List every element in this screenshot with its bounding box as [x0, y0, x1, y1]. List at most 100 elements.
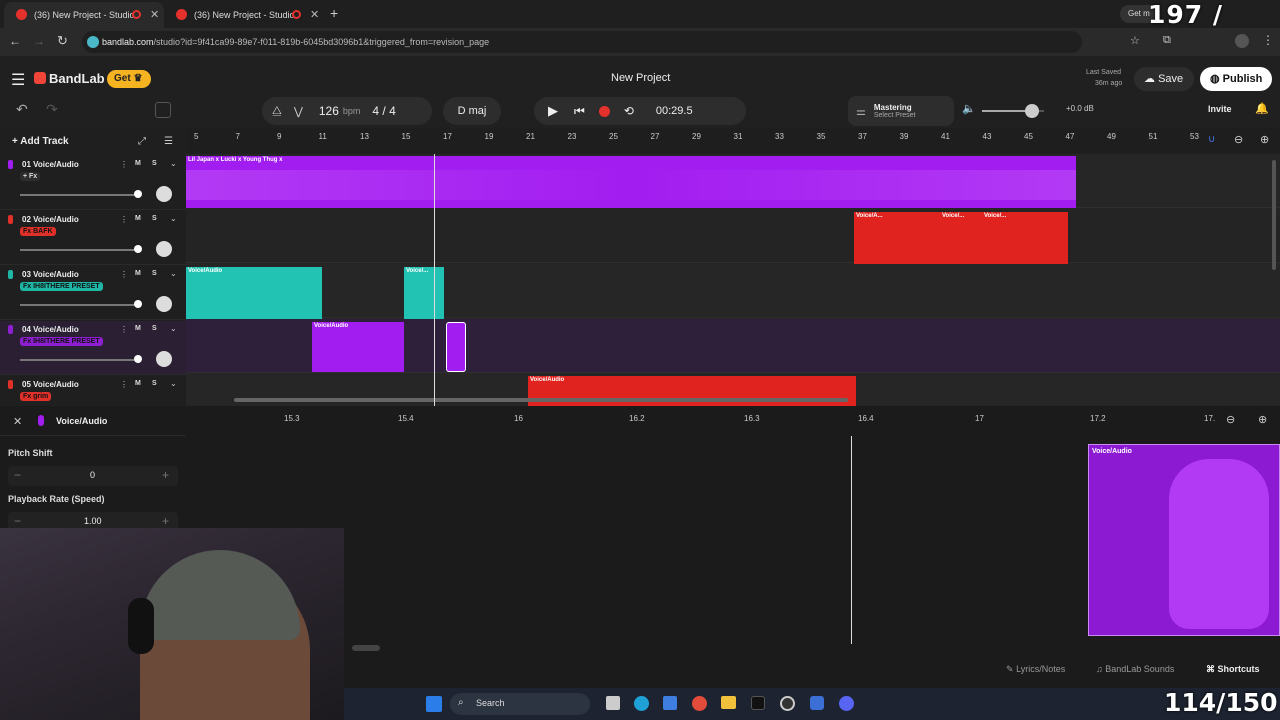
track-settings-icon[interactable]: ☰	[164, 136, 173, 147]
save-button[interactable]: ☁ Save	[1134, 67, 1194, 91]
bandlab-sounds-button[interactable]: ♫ BandLab Sounds	[1096, 664, 1174, 674]
fx-chip[interactable]: Fx IH8ITHERE PRESET	[20, 282, 103, 291]
discord-icon[interactable]	[839, 696, 854, 711]
editor-zoom-in-icon[interactable]: ⊕	[1258, 413, 1267, 426]
track-header[interactable]: 02 Voice/Audio ⋮ M S ⌄ Fx BAFK	[0, 211, 186, 265]
track-menu-icon[interactable]: ⋮	[120, 270, 128, 279]
chevron-down-icon[interactable]: ⌄	[170, 324, 177, 333]
mute-button[interactable]: M	[135, 215, 141, 222]
track-header[interactable]: 04 Voice/Audio ⋮ M S ⌄ Fx IH8ITHERE PRESET	[0, 321, 186, 375]
track-volume-knob[interactable]	[134, 190, 142, 198]
time-signature[interactable]: 4 / 4	[372, 104, 395, 118]
browser-menu-icon[interactable]: ⋮	[1262, 33, 1274, 47]
windows-start-icon[interactable]	[426, 696, 442, 712]
invite-button[interactable]: Invite	[1208, 104, 1232, 114]
track-menu-icon[interactable]: ⋮	[120, 380, 128, 389]
audio-clip[interactable]: Voice/Audio	[186, 267, 322, 319]
audio-clip[interactable]: Voice/...	[404, 267, 444, 319]
new-tab-icon[interactable]: +	[330, 5, 338, 21]
minus-icon[interactable]: −	[14, 514, 21, 528]
lane-3[interactable]	[186, 264, 1280, 318]
chevron-down-icon[interactable]: ⌄	[170, 159, 177, 168]
skip-back-icon[interactable]: ⏮	[574, 104, 585, 119]
task-view-icon[interactable]	[606, 696, 620, 710]
play-icon[interactable]: ▶	[548, 103, 558, 119]
audio-clip[interactable]: Voice/Audio	[312, 322, 404, 372]
mute-button[interactable]: M	[135, 380, 141, 387]
track-name[interactable]: 05 Voice/Audio	[22, 380, 79, 389]
project-title[interactable]: New Project	[611, 72, 670, 84]
track-menu-icon[interactable]: ⋮	[120, 215, 128, 224]
editor-zoom-out-icon[interactable]: ⊖	[1226, 413, 1235, 426]
record-icon[interactable]	[598, 105, 610, 117]
pan-knob[interactable]	[156, 241, 172, 257]
speaker-icon[interactable]: 🔈	[962, 102, 976, 115]
track-volume-slider[interactable]	[20, 359, 140, 361]
store-icon[interactable]	[663, 696, 677, 710]
editor-ruler[interactable]: 15.3 15.4 16 16.2 16.3 16.4 17 17.2 17. ⊖ ⊕	[186, 406, 1280, 436]
track-volume-slider[interactable]	[20, 304, 140, 306]
app-icon[interactable]	[810, 696, 824, 710]
track-volume-knob[interactable]	[134, 245, 142, 253]
loop-icon[interactable]: ⟲	[624, 104, 634, 118]
fx-chip[interactable]: Fx grim	[20, 392, 52, 401]
track-name[interactable]: 04 Voice/Audio	[22, 325, 79, 334]
editor-playhead[interactable]	[851, 436, 852, 644]
bookmark-star-icon[interactable]: ☆	[1130, 34, 1140, 47]
master-volume-slider[interactable]	[982, 104, 1044, 118]
mute-button[interactable]: M	[135, 270, 141, 277]
bandlab-logo-text[interactable]: BandLab	[49, 71, 105, 86]
shortcuts-button[interactable]: ⌘ Shortcuts	[1206, 664, 1260, 675]
zoom-in-icon[interactable]: ⊕	[1260, 133, 1269, 146]
redo-icon[interactable]: ↷	[46, 101, 58, 118]
bell-icon[interactable]: 🔔	[1255, 102, 1269, 115]
mute-button[interactable]: M	[135, 325, 141, 332]
editor-scrollbar[interactable]	[352, 645, 380, 651]
obs-icon[interactable]	[780, 696, 795, 711]
master-volume-knob[interactable]	[1024, 104, 1039, 118]
track-menu-icon[interactable]: ⋮	[120, 325, 128, 334]
back-icon[interactable]: ←	[9, 34, 21, 48]
browser-tab-1[interactable]: (36) New Project - Studio ✕	[4, 2, 164, 28]
pitch-shift-stepper[interactable]: − 0 +	[8, 466, 178, 486]
selected-audio-clip[interactable]	[446, 322, 466, 372]
chevron-down-icon[interactable]: ⌄	[170, 214, 177, 223]
forward-icon[interactable]: →	[33, 34, 45, 48]
taskbar-search[interactable]: ⌕ Search	[450, 693, 590, 715]
tuner-icon[interactable]: ⋁	[294, 105, 303, 118]
menu-icon[interactable]: ☰	[11, 70, 25, 90]
solo-button[interactable]: S	[152, 325, 157, 332]
fx-chip[interactable]: + Fx	[20, 172, 41, 181]
track-volume-knob[interactable]	[134, 300, 142, 308]
automation-icon[interactable]: ⤢	[138, 136, 146, 147]
tiktok-icon[interactable]	[751, 696, 765, 710]
editor-clip[interactable]: Voice/Audio	[1088, 444, 1280, 636]
close-tab-icon[interactable]: ✕	[150, 8, 159, 21]
solo-button[interactable]: S	[152, 160, 157, 167]
file-explorer-icon[interactable]	[721, 696, 736, 709]
key-selector[interactable]: D maj	[443, 97, 501, 125]
track-name[interactable]: 01 Voice/Audio	[22, 160, 79, 169]
mastering-selector[interactable]: ⚌ Mastering Select Preset	[848, 96, 954, 126]
zoom-out-icon[interactable]: ⊖	[1234, 133, 1243, 146]
minus-icon[interactable]: −	[14, 468, 21, 482]
magnet-icon[interactable]: ∪	[1208, 134, 1215, 145]
add-track-button[interactable]: + Add Track	[12, 136, 69, 147]
audio-clip[interactable]: Lil Japan x Lucki x Young Thug x	[186, 156, 1076, 208]
horizontal-scrollbar[interactable]	[234, 398, 848, 402]
fx-chip[interactable]: Fx BAFK	[20, 227, 56, 236]
track-menu-icon[interactable]: ⋮	[120, 160, 128, 169]
chevron-down-icon[interactable]: ⌄	[170, 379, 177, 388]
browser-tab-2[interactable]: (36) New Project - Studio ✕	[164, 2, 324, 28]
grid-view-icon[interactable]	[155, 102, 171, 118]
track-name[interactable]: 03 Voice/Audio	[22, 270, 79, 279]
track-lanes[interactable]: Lil Japan x Lucki x Young Thug x Voice/A…	[186, 154, 1280, 406]
get-membership-button[interactable]: Get ♛	[107, 70, 151, 88]
metronome-icon[interactable]: ⧋	[272, 105, 282, 118]
publish-button[interactable]: ◍ Publish	[1200, 67, 1272, 91]
plus-icon[interactable]: +	[162, 468, 169, 482]
pan-knob[interactable]	[156, 186, 172, 202]
profile-icon[interactable]	[1235, 34, 1249, 48]
lyrics-notes-button[interactable]: ✎ Lyrics/Notes	[1006, 664, 1065, 675]
lane-2[interactable]	[186, 209, 1280, 263]
